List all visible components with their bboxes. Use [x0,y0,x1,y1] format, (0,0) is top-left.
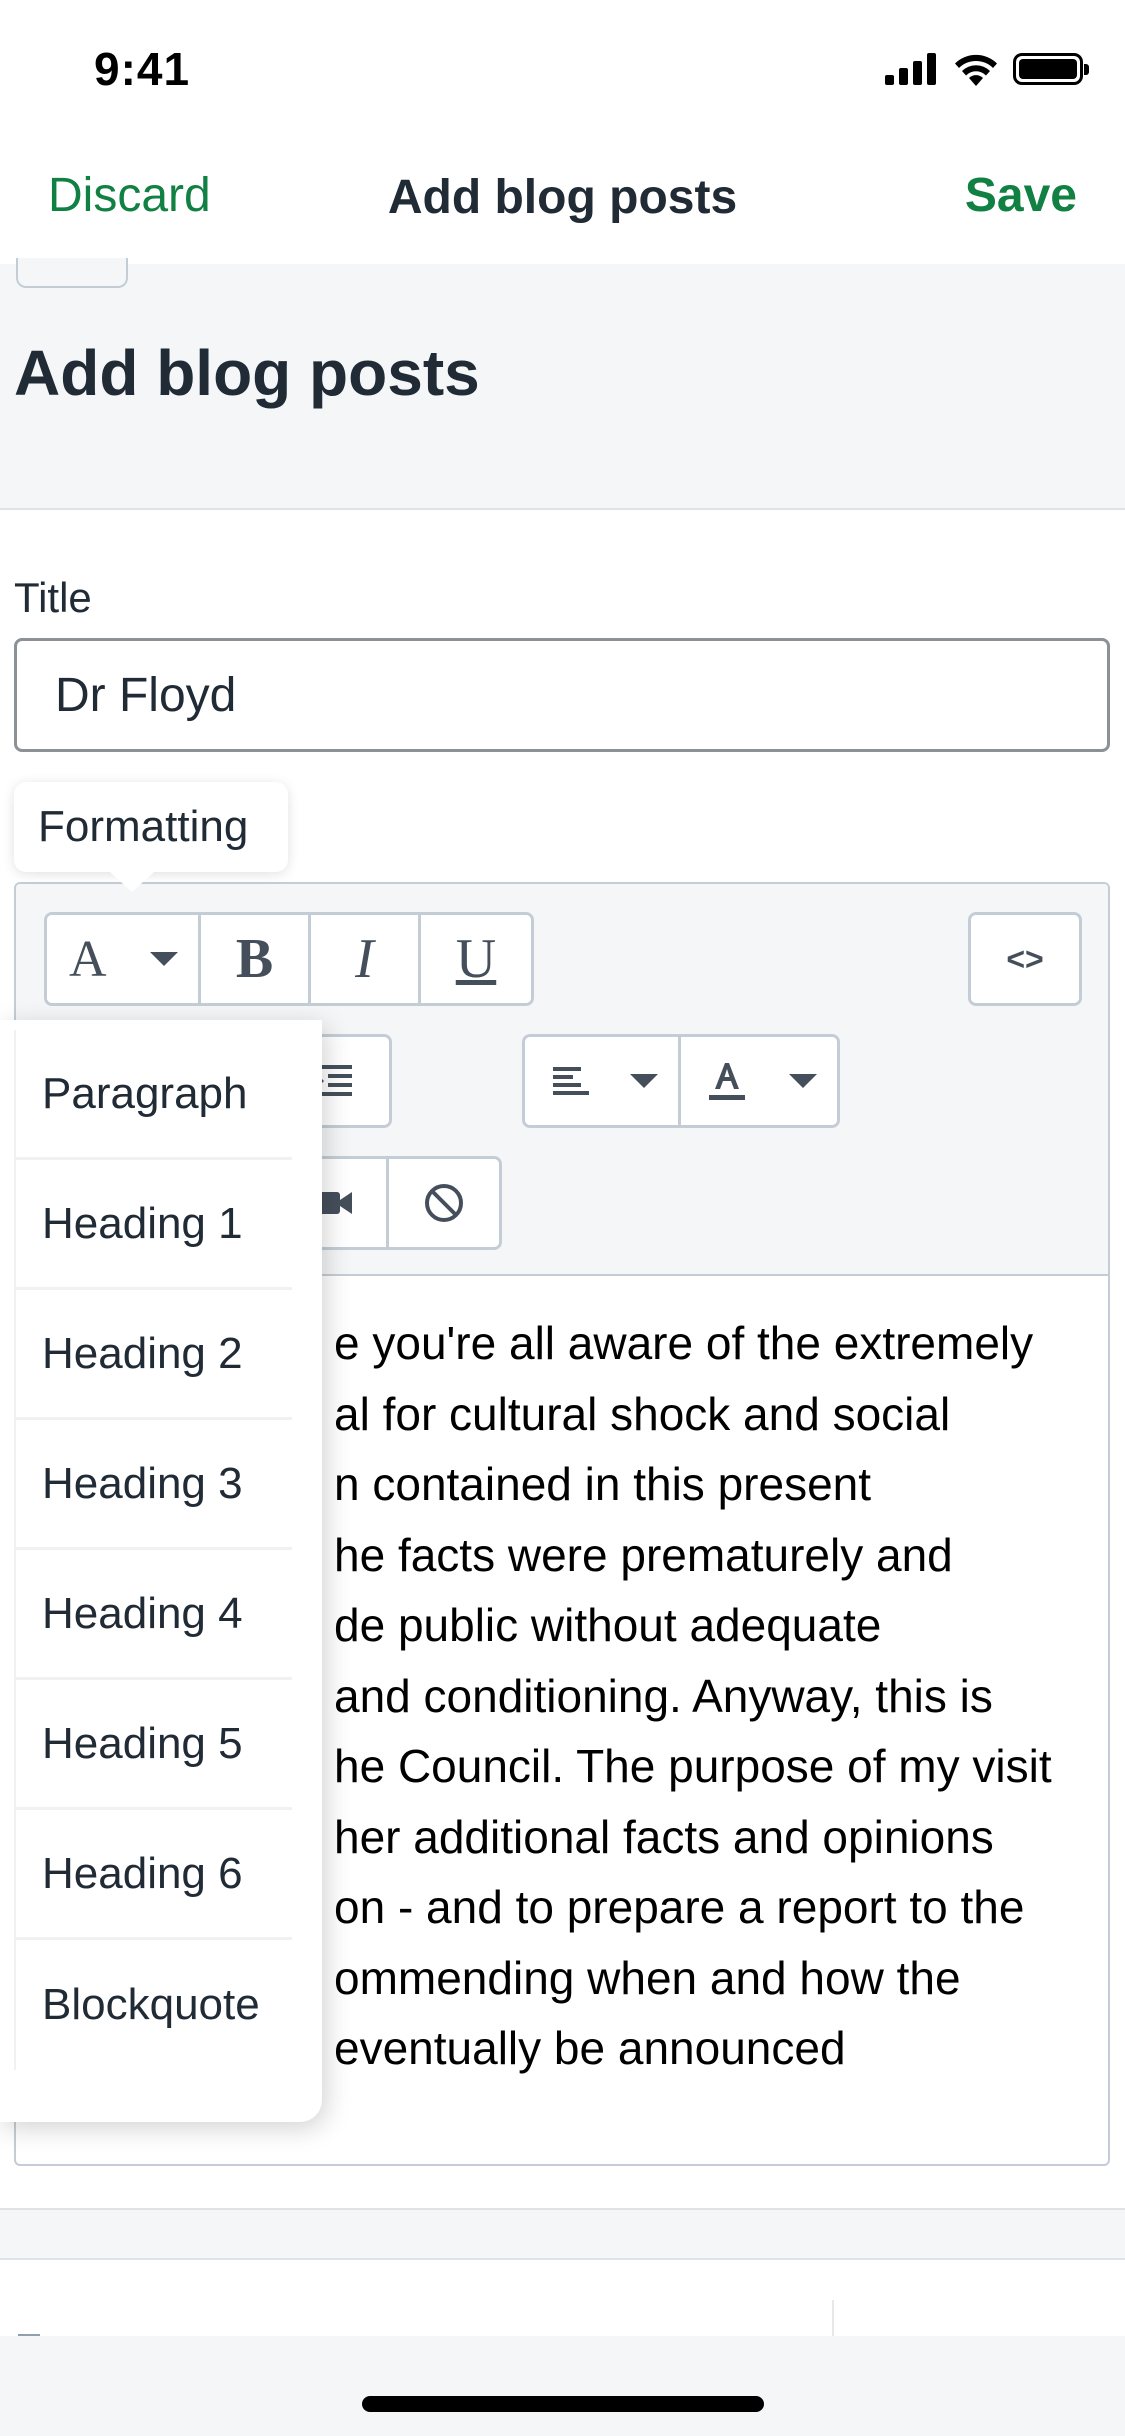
text-style-group: A B I U [44,912,534,1006]
formatting-dropdown-menu: Paragraph Heading 1 Heading 2 Heading 3 … [0,1020,322,2122]
title-label: Title [14,574,92,621]
chevron-down-icon [630,1074,658,1088]
format-option-paragraph[interactable]: Paragraph [14,1030,292,1160]
tooltip-arrow [110,872,154,892]
wifi-icon [955,54,997,86]
align-left-icon [553,1067,589,1095]
home-area [0,2336,1125,2436]
card-divider [832,2300,834,2338]
alignment-dropdown-button[interactable] [525,1037,681,1125]
italic-button[interactable]: I [311,915,421,1003]
nav-title: Add blog posts [387,171,738,224]
save-button[interactable]: Save [965,168,1077,223]
text-color-dropdown-button[interactable] [681,1037,837,1125]
format-option-heading-4[interactable]: Heading 4 [14,1550,292,1680]
formatting-tooltip: Formatting [14,782,288,892]
battery-icon [1013,53,1089,85]
status-icons [885,52,1089,86]
text-color-icon [709,1063,745,1100]
format-letter: A [69,930,107,988]
format-option-heading-1[interactable]: Heading 1 [14,1160,292,1290]
next-card [0,2258,1125,2338]
format-option-heading-2[interactable]: Heading 2 [14,1290,292,1420]
clear-formatting-button[interactable] [389,1159,499,1247]
html-view-button[interactable]: <> [971,915,1079,1003]
format-option-blockquote[interactable]: Blockquote [14,1940,292,2070]
bold-button[interactable]: B [201,915,311,1003]
tooltip-text: Formatting [38,802,249,851]
format-option-heading-5[interactable]: Heading 5 [14,1680,292,1810]
format-option-heading-6[interactable]: Heading 6 [14,1810,292,1940]
code-group: <> [968,912,1082,1006]
underline-button[interactable]: U [421,915,531,1003]
page-title: Add blog posts [14,337,480,409]
cellular-signal-icon [885,53,936,85]
format-option-heading-3[interactable]: Heading 3 [14,1420,292,1550]
chevron-down-icon [150,952,178,966]
clear-formatting-icon [425,1184,463,1222]
home-indicator[interactable] [362,2396,764,2412]
align-color-group [522,1034,840,1128]
nav-bar: Discard Add blog posts Save [0,132,1125,264]
formatting-dropdown-button[interactable]: A [47,915,201,1003]
chevron-down-icon [789,1074,817,1088]
back-tab[interactable] [16,258,128,288]
page-header: Add blog posts [0,258,1125,510]
title-input[interactable] [14,638,1110,752]
status-bar: 9:41 [0,0,1125,132]
status-time: 9:41 [94,43,191,95]
